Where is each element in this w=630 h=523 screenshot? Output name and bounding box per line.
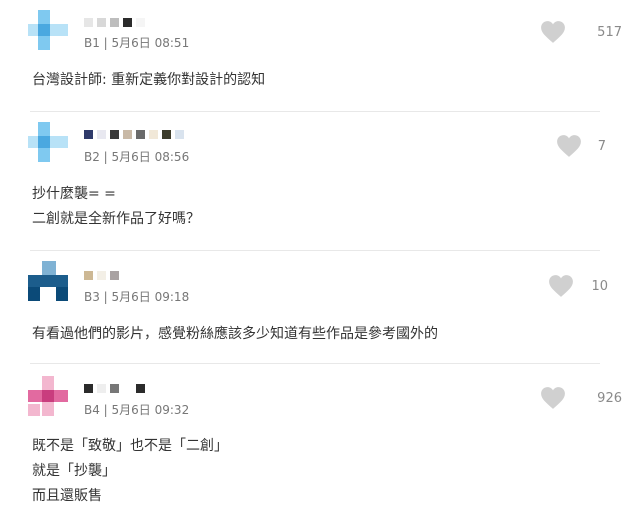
floor-meta: B4 | 5月6日 09:32 <box>84 403 190 417</box>
comment-body: 台灣設計師: 重新定義你對設計的認知 <box>32 68 265 93</box>
comment-body: 既不是「致敬」也不是「二創」 就是「抄襲」 而且還販售 <box>32 434 228 509</box>
avatar-block <box>28 287 40 301</box>
floor-meta: B1 | 5月6日 08:51 <box>84 36 190 50</box>
avatar[interactable] <box>28 376 68 416</box>
comment-b4: B4 | 5月6日 09:32 926 既不是「致敬」也不是「二創」 就是「抄襲… <box>0 364 630 523</box>
comment-b1: B1 | 5月6日 08:51 517 台灣設計師: 重新定義你對設計的認知 <box>0 0 630 110</box>
like-count: 926 <box>597 390 622 406</box>
username-blurred[interactable] <box>84 17 145 27</box>
comment-line: 二創就是全新作品了好嗎？ <box>32 211 200 227</box>
avatar-block <box>28 404 40 416</box>
avatar-block <box>40 287 56 301</box>
avatar[interactable] <box>28 122 68 162</box>
comment-line: 既不是「致敬」也不是「二創」 <box>32 438 228 454</box>
comment-b3: B3 | 5月6日 09:18 10 有看過他們的影片，感覺粉絲應該多少知道有些… <box>0 251 630 361</box>
like-control[interactable]: 7 <box>556 134 606 158</box>
like-count: 517 <box>597 24 622 40</box>
heart-icon[interactable] <box>548 274 574 298</box>
floor-meta: B3 | 5月6日 09:18 <box>84 290 190 304</box>
comment-line: 台灣設計師: 重新定義你對設計的認知 <box>32 72 266 88</box>
like-control[interactable]: 517 <box>540 20 622 44</box>
floor-meta: B2 | 5月6日 08:56 <box>84 150 190 164</box>
avatar-block <box>56 287 68 301</box>
like-count: 10 <box>591 278 608 294</box>
comment-body: 有看過他們的影片，感覺粉絲應該多少知道有些作品是參考國外的 <box>32 322 438 347</box>
comment-line: 就是「抄襲」 <box>32 463 116 479</box>
avatar-block <box>38 24 50 36</box>
comment-line: 而且還販售 <box>32 488 102 504</box>
avatar-block <box>42 390 54 402</box>
like-control[interactable]: 10 <box>548 274 608 298</box>
avatar-block <box>38 136 50 148</box>
avatar[interactable] <box>28 261 68 301</box>
comment-b2: B2 | 5月6日 08:56 7 抄什麼襲= = 二創就是全新作品了好嗎？ <box>0 112 630 250</box>
avatar-block <box>42 261 56 275</box>
heart-icon[interactable] <box>540 20 566 44</box>
comment-line: 抄什麼襲= = <box>32 186 116 202</box>
heart-icon[interactable] <box>540 386 566 410</box>
heart-icon[interactable] <box>556 134 582 158</box>
like-control[interactable]: 926 <box>540 386 622 410</box>
username-blurred[interactable] <box>84 383 145 393</box>
username-blurred[interactable] <box>84 270 119 280</box>
comment-body: 抄什麼襲= = 二創就是全新作品了好嗎？ <box>32 182 200 232</box>
avatar[interactable] <box>28 10 68 50</box>
like-count: 7 <box>597 138 606 154</box>
username-blurred[interactable] <box>84 129 184 139</box>
avatar-block <box>28 275 68 287</box>
comment-line: 有看過他們的影片，感覺粉絲應該多少知道有些作品是參考國外的 <box>32 326 438 342</box>
